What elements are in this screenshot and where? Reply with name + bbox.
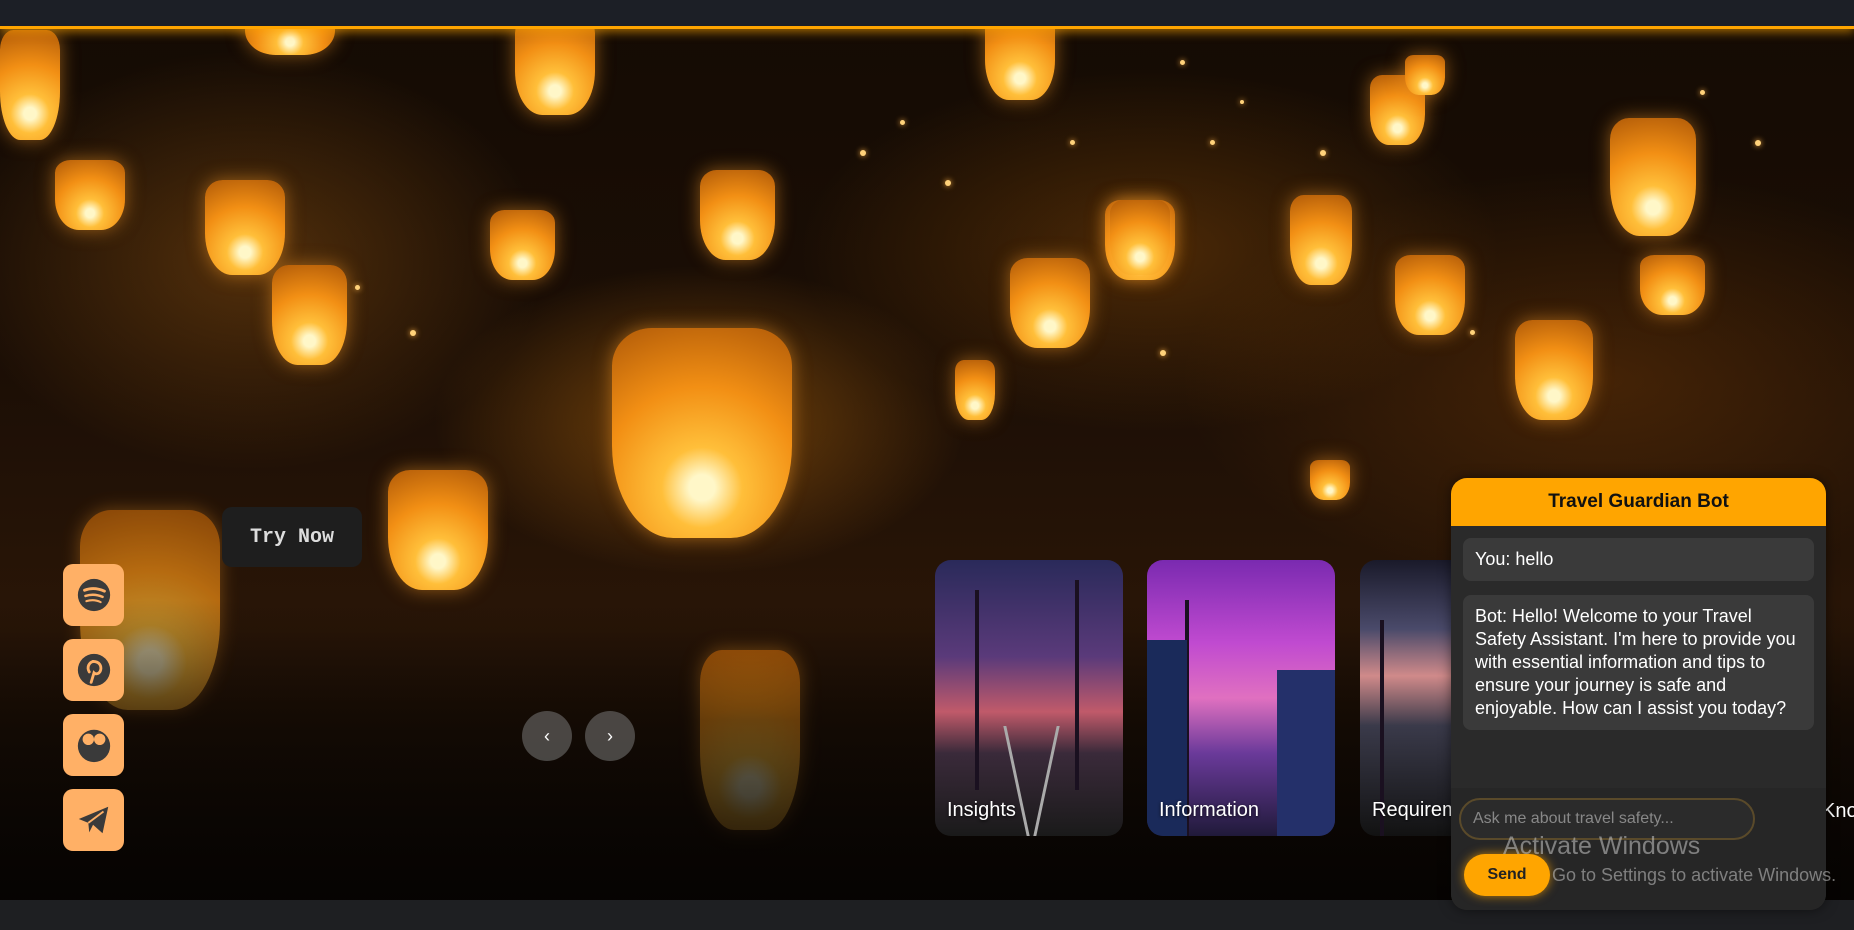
lantern <box>955 360 995 420</box>
light-dot <box>1240 100 1244 104</box>
rail-track <box>1033 726 1060 836</box>
lantern <box>700 170 775 260</box>
lantern <box>1640 255 1705 315</box>
lantern <box>272 265 347 365</box>
card-insights[interactable]: Insights <box>935 560 1123 836</box>
telegram-button[interactable] <box>63 789 124 851</box>
lantern <box>515 15 595 115</box>
carousel-next-button[interactable]: › <box>585 711 635 761</box>
chat-messages: You: hello Bot: Hello! Welcome to your T… <box>1451 526 1826 788</box>
lantern <box>490 210 555 280</box>
lantern <box>1405 55 1445 95</box>
pinterest-button[interactable] <box>63 639 124 701</box>
lantern <box>1610 118 1696 236</box>
lantern <box>388 470 488 590</box>
light-dot <box>1070 140 1075 145</box>
user-message: You: hello <box>1463 538 1814 581</box>
lantern <box>1395 255 1465 335</box>
pinterest-icon <box>77 653 110 687</box>
light-dot <box>410 330 416 336</box>
lantern <box>1010 258 1090 348</box>
light-dot <box>1700 90 1705 95</box>
telegram-icon <box>78 806 108 834</box>
light-dot <box>1210 140 1215 145</box>
activate-windows-subtitle: Go to Settings to activate Windows. <box>1552 865 1837 885</box>
activate-windows-title: Activate Windows <box>1503 832 1701 860</box>
light-dot <box>355 285 360 290</box>
card-information[interactable]: Information <box>1147 560 1335 836</box>
light-dot <box>1160 350 1166 356</box>
chat-title: Travel Guardian Bot <box>1451 478 1826 526</box>
utility-pole <box>1075 580 1079 790</box>
lantern <box>0 30 60 140</box>
lantern <box>1515 320 1593 420</box>
zoom-lens-icon <box>77 729 110 763</box>
lantern <box>612 328 792 538</box>
light-dot <box>1180 60 1185 65</box>
building-silhouette <box>1277 670 1335 836</box>
try-now-button[interactable]: Try Now <box>222 507 362 567</box>
lantern <box>1310 460 1350 500</box>
zoom-lens-button[interactable] <box>63 714 124 776</box>
carousel-prev-button[interactable]: ‹ <box>522 711 572 761</box>
lantern <box>55 160 125 230</box>
spotify-icon <box>77 578 110 612</box>
card-label-partial: Knowledge <box>1822 800 1854 822</box>
bot-message: Bot: Hello! Welcome to your Travel Safet… <box>1463 595 1814 730</box>
card-label: Insights <box>947 799 1016 821</box>
card-label: Information <box>1159 799 1260 821</box>
spotify-button[interactable] <box>63 564 124 626</box>
lantern <box>1290 195 1352 285</box>
light-dot <box>945 180 951 186</box>
lantern <box>1110 200 1170 275</box>
light-dot <box>1755 140 1761 146</box>
light-dot <box>900 120 905 125</box>
utility-pole <box>975 590 979 790</box>
lantern <box>205 180 285 275</box>
light-dot <box>860 150 866 156</box>
light-dot <box>1320 150 1326 156</box>
light-dot <box>1470 330 1475 335</box>
top-navbar <box>0 0 1854 29</box>
